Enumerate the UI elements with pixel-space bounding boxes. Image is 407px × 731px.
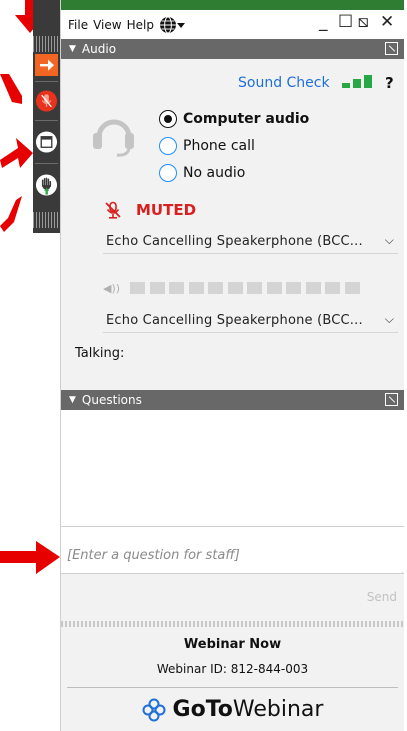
menu-view[interactable]: View [93, 18, 121, 32]
audio-level-indicator [342, 74, 374, 88]
radio-button[interactable] [159, 137, 177, 155]
popout-button[interactable]: ⧅ [358, 12, 369, 32]
raise-hand-button[interactable] [35, 170, 58, 200]
gotowebinar-logo-icon [142, 698, 166, 721]
questions-section-title: Questions [81, 393, 142, 407]
muted-status: MUTED [104, 201, 196, 219]
raise-hand-icon [35, 174, 58, 196]
webinar-id: Webinar ID: 812-844-003 [156, 662, 309, 676]
speaker-level-meter: ◀)) [103, 280, 364, 296]
radio-no-audio[interactable]: No audio [159, 164, 245, 182]
strip-grip-bottom[interactable] [33, 212, 60, 228]
headset-icon [93, 119, 134, 157]
chevron-down-icon [176, 23, 185, 28]
control-panel-strip [33, 0, 60, 233]
control-panel: File View Help _ ☐ ⧅ ✕ ▼ Audio Sound Che… [60, 0, 404, 731]
questions-log [61, 410, 404, 526]
annotation-arrow-question [0, 541, 60, 574]
microphone-select[interactable]: Echo Cancelling Speakerphone (BCC... ⌵ [103, 230, 398, 252]
speaker-select-underline [103, 332, 398, 333]
speaker-icon: ◀)) [103, 281, 121, 295]
popout-icon[interactable] [385, 393, 398, 406]
gotowebinar-logo: GoTo Webinar [61, 697, 404, 722]
radio-phone-call[interactable]: Phone call [159, 137, 255, 155]
microphone-muted-icon [105, 201, 121, 219]
radio-button[interactable] [159, 164, 177, 182]
brand-webinar: Webinar [232, 697, 324, 722]
screen-view-button[interactable] [35, 128, 58, 156]
menu-help[interactable]: Help [127, 18, 154, 32]
sound-check-link[interactable]: Sound Check [238, 75, 330, 91]
annotation-arrow-screen [0, 138, 33, 168]
menu-file[interactable]: File [68, 18, 88, 32]
minimize-button[interactable]: _ [319, 12, 328, 32]
language-menu[interactable] [159, 16, 185, 34]
top-accent-line [61, 0, 404, 10]
microphone-muted-icon [35, 90, 58, 112]
annotation-arrow-mic [0, 74, 22, 104]
footer-divider [67, 687, 398, 688]
globe-icon [159, 16, 176, 34]
close-button[interactable]: ✕ [380, 12, 394, 32]
footer: Webinar Now Webinar ID: 812-844-003 GoTo… [61, 627, 404, 731]
send-area: Send [61, 573, 404, 621]
annotation-arrow-hand [0, 196, 22, 232]
webinar-title: Webinar Now [183, 637, 282, 652]
audio-section-title: Audio [81, 42, 117, 56]
strip-divider [35, 120, 58, 121]
strip-divider [35, 163, 58, 164]
brand-goto: GoTo [172, 697, 233, 722]
exit-arrow-icon [39, 59, 54, 71]
muted-label: MUTED [136, 201, 197, 219]
strip-grip-top[interactable] [33, 36, 60, 52]
screen-icon [35, 131, 58, 153]
radio-computer-audio[interactable]: Computer audio [159, 110, 309, 128]
collapse-triangle-icon: ▼ [69, 395, 76, 405]
chevron-down-icon: ⌵ [384, 312, 394, 326]
microphone-select-underline [103, 253, 398, 254]
maximize-button[interactable]: ☐ [338, 12, 353, 32]
mute-button[interactable] [35, 87, 58, 115]
send-button[interactable]: Send [367, 590, 397, 604]
talking-label: Talking: [75, 346, 125, 361]
audio-section-header[interactable]: ▼ Audio [61, 39, 404, 59]
strip-divider [35, 81, 58, 82]
questions-section-header[interactable]: ▼ Questions [61, 390, 404, 410]
audio-section: Sound Check ? Computer audio Phone call … [61, 59, 404, 391]
popout-icon[interactable] [385, 42, 398, 55]
chevron-down-icon: ⌵ [384, 233, 394, 247]
question-input[interactable] [61, 527, 404, 572]
help-button[interactable]: ? [385, 74, 394, 92]
collapse-panel-button[interactable] [35, 54, 58, 76]
speaker-select[interactable]: Echo Cancelling Speakerphone (BCC... ⌵ [103, 309, 398, 331]
radio-button[interactable] [159, 110, 177, 128]
collapse-triangle-icon: ▼ [69, 44, 76, 54]
